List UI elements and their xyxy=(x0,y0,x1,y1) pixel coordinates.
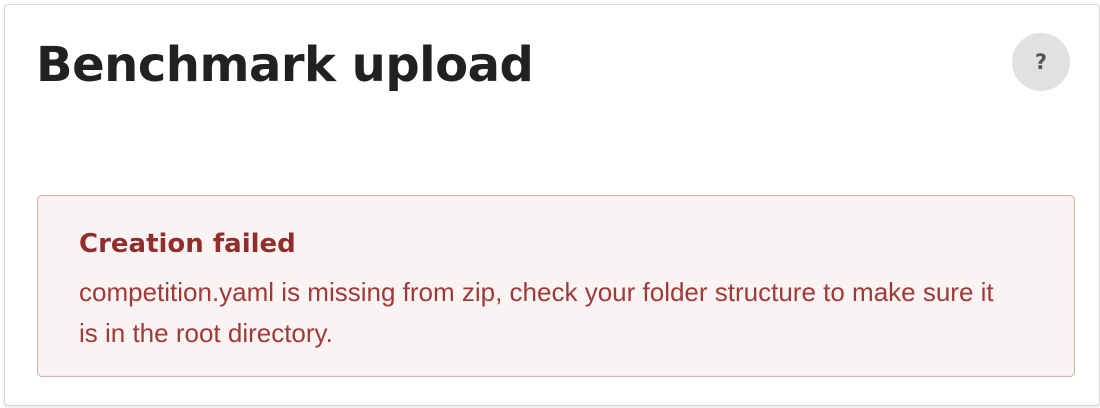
benchmark-upload-card: Benchmark upload ? Creation failed compe… xyxy=(4,4,1100,406)
error-message: Creation failed competition.yaml is miss… xyxy=(37,195,1075,377)
help-button[interactable]: ? xyxy=(1012,33,1070,91)
error-body: competition.yaml is missing from zip, ch… xyxy=(79,277,994,348)
help-icon: ? xyxy=(1034,49,1048,74)
error-header: Creation failed xyxy=(79,229,296,259)
page-title: Benchmark upload xyxy=(36,37,534,93)
